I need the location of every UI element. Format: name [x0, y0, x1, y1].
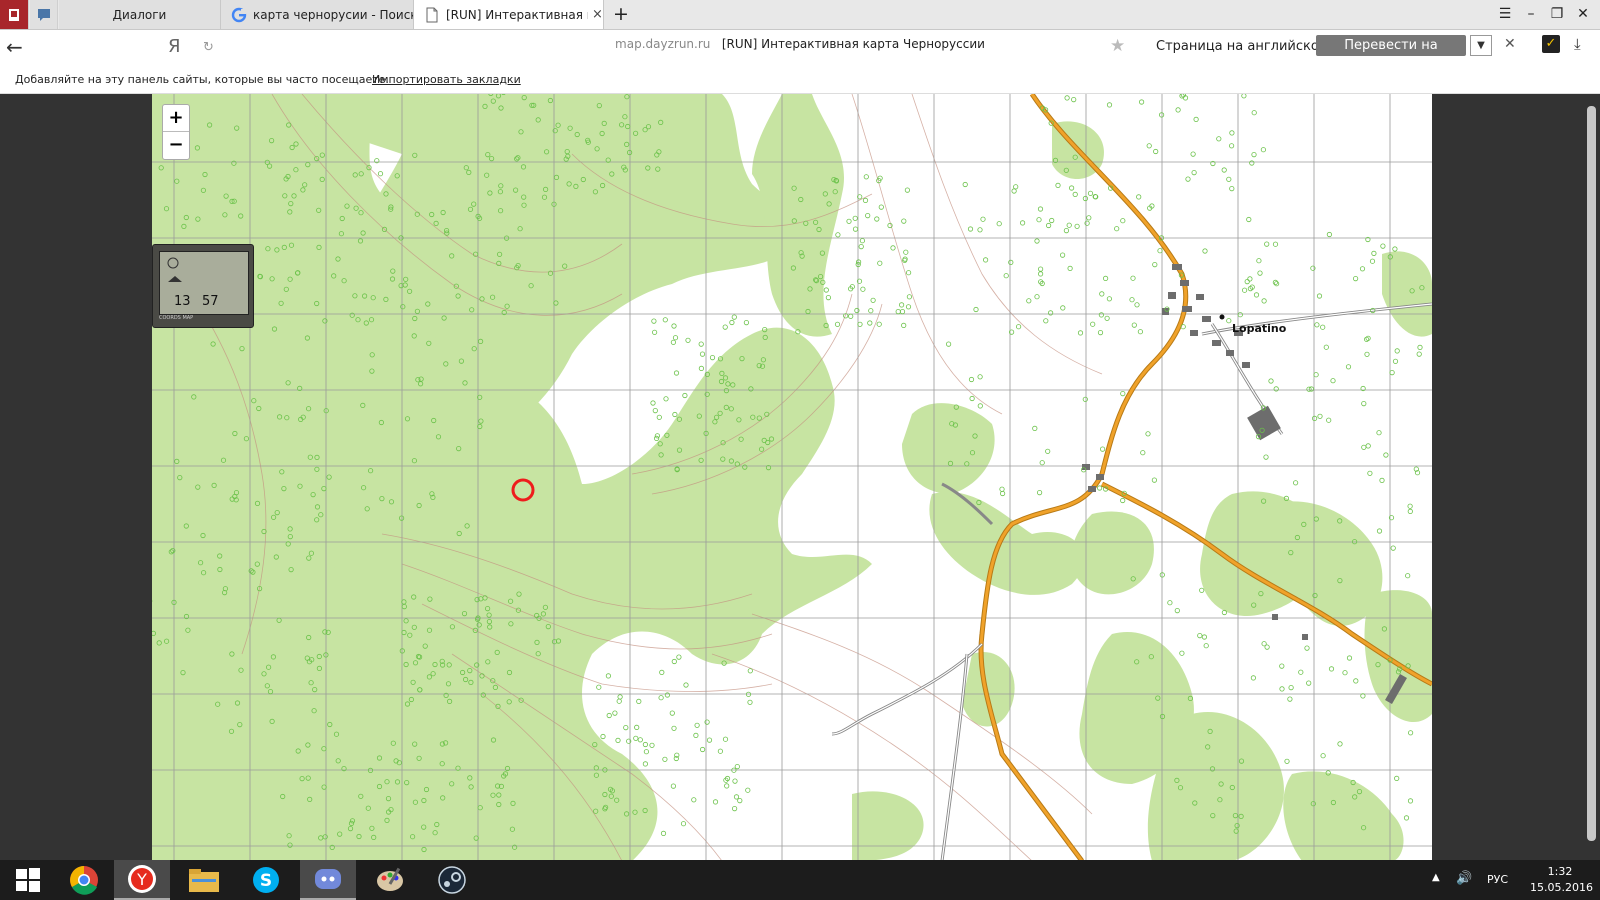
page-icon	[426, 7, 438, 22]
clock-date: 15.05.2016	[1530, 881, 1593, 894]
steam-icon	[438, 866, 466, 894]
language-indicator[interactable]: РУС	[1487, 873, 1508, 886]
close-window-icon[interactable]: ✕	[1572, 4, 1594, 24]
taskbar-skype[interactable]: S	[238, 860, 294, 900]
start-button[interactable]	[0, 860, 56, 900]
yandex-logo[interactable]: Я	[168, 36, 181, 57]
minimize-icon[interactable]: –	[1520, 4, 1542, 24]
gps-widget[interactable]: 13 57 COORDS MAP	[152, 244, 254, 328]
volume-icon[interactable]: 🔊	[1456, 871, 1472, 886]
extension-icon[interactable]: ✓	[1542, 35, 1560, 53]
system-clock[interactable]: 1:32 15.05.2016	[1530, 864, 1593, 896]
chat-icon	[37, 8, 50, 21]
taskbar-file-explorer[interactable]	[176, 860, 232, 900]
translate-close-icon[interactable]: ✕	[1504, 36, 1516, 52]
windows-taskbar: Y S ▲ 🔊 РУС 1:32 15.05.2016	[0, 860, 1600, 900]
tab-dialogs[interactable]: Диалоги	[59, 0, 221, 29]
gps-x-coordinate: 13	[174, 294, 191, 309]
discord-icon	[315, 869, 341, 889]
taskbar-discord[interactable]	[300, 860, 356, 900]
address-bar-row: ← Я ↻ map.dayzrun.ru [RUN] Интерактивная…	[0, 30, 1600, 74]
tab-google-title: карта чернорусии - Поиск	[253, 7, 413, 22]
address-host: map.dayzrun.ru	[615, 37, 711, 51]
import-bookmarks-link[interactable]: Импортировать закладки	[372, 73, 521, 86]
town-label-lopatino: Lopatino	[1232, 322, 1287, 335]
page-scrollbar[interactable]	[1584, 94, 1600, 861]
town-dot	[1219, 314, 1225, 320]
pinned-tab-1[interactable]	[0, 0, 29, 29]
tab-map-title: [RUN] Интерактивная ка	[446, 7, 588, 22]
tab-dayzrun-map[interactable]: [RUN] Интерактивная ка ×	[414, 0, 604, 29]
taskbar-yandex-browser[interactable]: Y	[114, 860, 170, 900]
taskbar-steam[interactable]	[424, 860, 480, 900]
tab-google-search[interactable]: карта чернорусии - Поиск	[221, 0, 414, 29]
translate-label: Страница на английском	[1156, 39, 1329, 54]
address-page-title: [RUN] Интерактивная карта Чернорусcии	[721, 37, 985, 51]
tab-dialogs-title: Диалоги	[112, 7, 167, 22]
bookmark-star-icon[interactable]: ★	[1110, 36, 1125, 56]
bookmarks-bar: Добавляйте на эту панель сайты, которые …	[0, 67, 1600, 94]
back-arrow-icon[interactable]: ←	[6, 36, 30, 60]
gps-screen: 13 57	[159, 251, 249, 315]
google-icon	[231, 7, 247, 22]
tab-bar: Диалоги карта чернорусии - Поиск [RUN] И…	[0, 0, 1600, 30]
gps-footer: COORDS MAP	[159, 315, 194, 321]
svg-text:Y: Y	[136, 870, 147, 889]
tab-close-icon[interactable]: ×	[592, 7, 603, 22]
menu-icon[interactable]: ☰	[1494, 4, 1516, 24]
chrome-icon	[70, 866, 98, 895]
map-canvas[interactable]	[152, 94, 1432, 861]
restore-icon[interactable]: ❐	[1546, 4, 1568, 24]
translate-button[interactable]: Перевести на русский	[1316, 35, 1466, 74]
windows-icon	[16, 868, 40, 892]
bookmarks-hint: Добавляйте на эту панель сайты, которые …	[15, 73, 389, 86]
file-explorer-icon	[189, 869, 219, 892]
scrollbar-thumb[interactable]	[1587, 106, 1596, 841]
translate-dropdown-icon[interactable]: ▼	[1470, 35, 1492, 56]
reload-icon[interactable]: ↻	[203, 40, 214, 55]
compass-icon	[167, 257, 182, 282]
flag-icon	[9, 8, 19, 21]
zoom-out-button[interactable]: −	[163, 132, 189, 158]
new-tab-button[interactable]: +	[610, 4, 632, 24]
svg-text:S: S	[260, 871, 272, 891]
tray-expand-icon[interactable]: ▲	[1432, 872, 1440, 883]
skype-icon: S	[253, 867, 279, 893]
taskbar-chrome[interactable]	[56, 860, 112, 900]
yandex-browser-icon: Y	[128, 865, 156, 893]
paint-icon	[377, 867, 403, 891]
map-viewport[interactable]: + − 13 57 COORDS MAP Lopatino	[152, 94, 1432, 861]
download-icon[interactable]: ⤓	[1574, 35, 1581, 53]
zoom-control: + −	[162, 104, 190, 160]
zoom-in-button[interactable]: +	[163, 105, 189, 131]
gps-y-coordinate: 57	[202, 294, 219, 309]
taskbar-paint[interactable]	[362, 860, 418, 900]
pinned-tab-2[interactable]	[30, 0, 58, 29]
clock-time: 1:32	[1547, 865, 1573, 878]
